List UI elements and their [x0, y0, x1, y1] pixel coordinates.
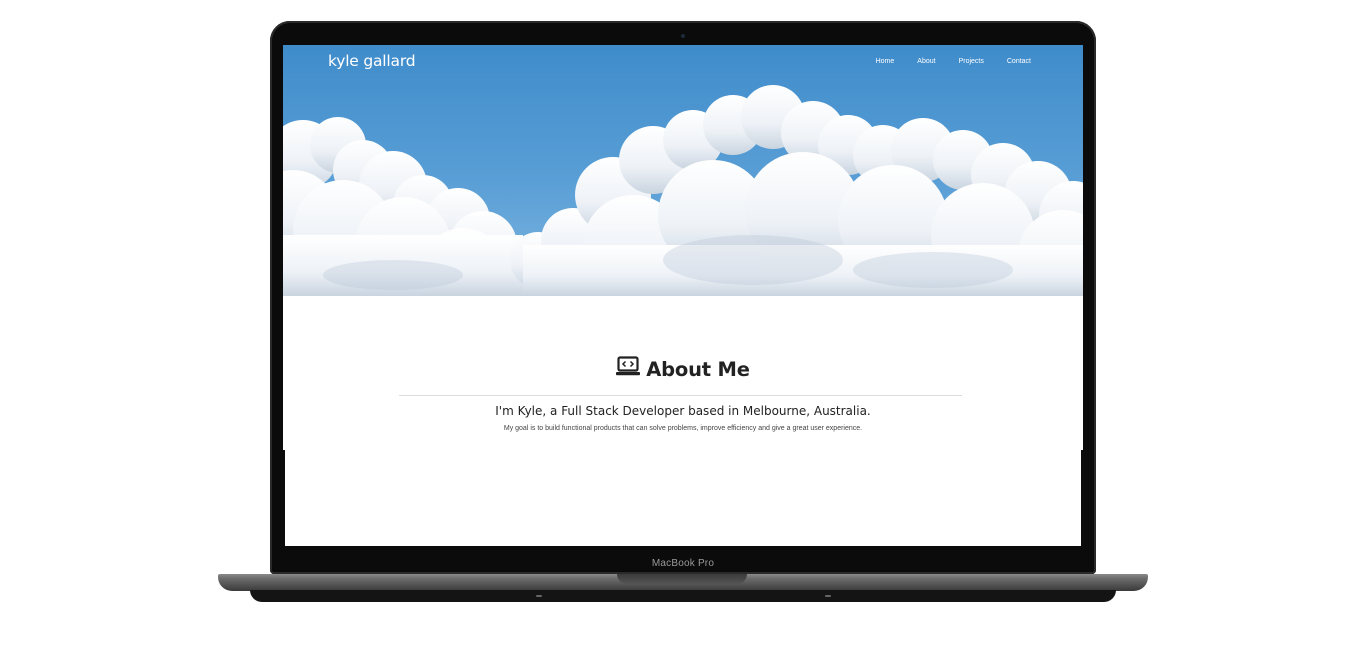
- hero-banner: kyle gallard Home About Projects Contact: [283, 45, 1083, 296]
- bezel-edge-right: [1081, 450, 1083, 546]
- bezel-edge-left: [283, 450, 285, 546]
- cloud-sky-image: [283, 45, 1083, 296]
- nav-projects-link[interactable]: Projects: [959, 58, 984, 65]
- about-intro: I'm Kyle, a Full Stack Developer based i…: [495, 404, 871, 418]
- section-divider: [399, 395, 962, 396]
- about-section: About Me I'm Kyle, a Full Stack Develope…: [283, 296, 1083, 546]
- about-heading: About Me: [283, 356, 1083, 382]
- nav-contact-link[interactable]: Contact: [1007, 58, 1031, 65]
- nav-about-link[interactable]: About: [917, 58, 935, 65]
- laptop-screen: kyle gallard Home About Projects Contact: [283, 45, 1083, 546]
- laptop-base-shadow: [250, 590, 1116, 602]
- about-goal: My goal is to build functional products …: [503, 425, 863, 432]
- about-title: About Me: [646, 357, 750, 381]
- laptop-code-icon: [616, 356, 641, 382]
- site-brand[interactable]: kyle gallard: [328, 52, 416, 70]
- camera-icon: [681, 34, 685, 38]
- site-nav: Home About Projects Contact: [876, 58, 1031, 65]
- laptop-foot: [825, 595, 831, 597]
- device-model-label: MacBook Pro: [651, 558, 715, 569]
- nav-home-link[interactable]: Home: [876, 58, 895, 65]
- laptop-opening-notch: [617, 574, 747, 584]
- laptop-foot: [536, 595, 542, 597]
- laptop-mockup: kyle gallard Home About Projects Contact: [0, 0, 1350, 650]
